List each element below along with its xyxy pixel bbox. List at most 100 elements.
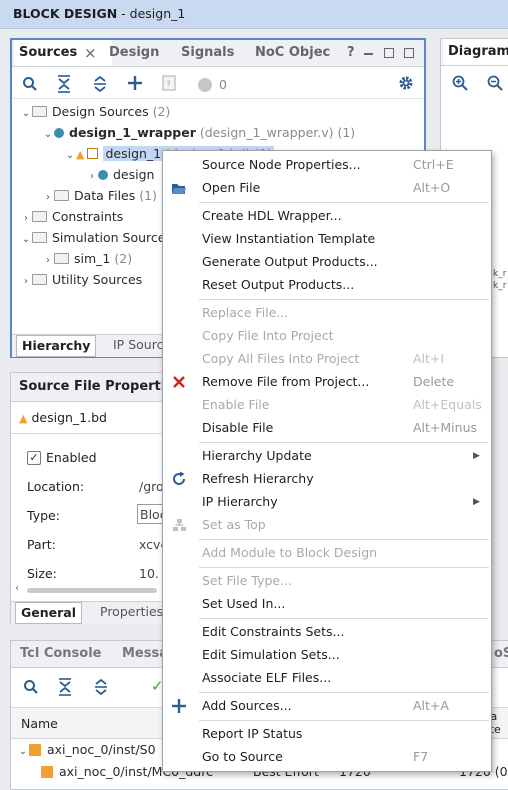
menu-add-sources[interactable]: Add Sources... Alt+A <box>163 695 491 717</box>
chevron-down-icon[interactable]: ⌄ <box>20 104 32 124</box>
chevron-down-icon[interactable]: ⌄ <box>20 230 32 250</box>
tree-sim-1[interactable]: › sim_1 (2) <box>42 249 132 269</box>
tab-properties[interactable]: Properties <box>95 602 168 622</box>
search-icon[interactable] <box>22 76 38 92</box>
folder-icon <box>32 211 47 222</box>
zoom-in-icon[interactable] <box>452 75 468 91</box>
minimize-icon[interactable] <box>364 53 373 55</box>
tree-constraints[interactable]: › Constraints <box>20 207 123 227</box>
gear-icon[interactable] <box>398 75 414 91</box>
tree-design-child[interactable]: › design <box>86 165 154 185</box>
chevron-right-icon[interactable]: › <box>20 209 32 229</box>
table-row[interactable]: ⌄ axi_noc_0/inst/S0 <box>17 740 156 760</box>
menu-replace-file[interactable]: Replace File... <box>163 302 491 324</box>
tab-ip-sources[interactable]: IP Sourc <box>108 335 168 355</box>
enabled-checkbox[interactable]: ✓ <box>27 451 41 465</box>
window-title-bar: BLOCK DESIGN - design_1 <box>0 0 508 29</box>
menu-disable-file[interactable]: Disable File Alt+Minus <box>163 417 491 439</box>
unknown-source-icon[interactable]: ? <box>162 75 176 91</box>
menu-set-file-type[interactable]: Set File Type... <box>163 570 491 592</box>
noc-icon <box>29 744 41 756</box>
hierarchy-top-icon <box>173 519 186 531</box>
menu-remove-file-from-project[interactable]: Remove File from Project... Delete <box>163 371 491 393</box>
close-icon[interactable]: × <box>84 40 97 66</box>
module-icon <box>54 128 64 138</box>
properties-bottom-tabs: General Properties <box>11 601 169 624</box>
expand-all-icon[interactable] <box>92 75 108 93</box>
window-title: BLOCK DESIGN - design_1 <box>13 6 186 21</box>
menu-enable-file[interactable]: Enable File Alt+Equals <box>163 394 491 416</box>
tab-signals[interactable]: Signals <box>176 40 239 66</box>
tree-design-sources[interactable]: ⌄ Design Sources (2) <box>20 102 170 122</box>
search-icon[interactable] <box>23 679 39 695</box>
part-label: Part: <box>27 537 56 552</box>
menu-edit-simulation-sets[interactable]: Edit Simulation Sets... <box>163 644 491 666</box>
menu-create-hdl-wrapper[interactable]: Create HDL Wrapper... <box>163 205 491 227</box>
tab-diagram[interactable]: Diagram <box>443 39 508 65</box>
properties-file: ▲ design_1.bd <box>19 410 107 425</box>
menu-report-ip-status[interactable]: Report IP Status <box>163 723 491 745</box>
chevron-down-icon[interactable]: ⌄ <box>42 125 54 145</box>
menu-ip-hierarchy[interactable]: IP Hierarchy ▶ <box>163 491 491 513</box>
type-label: Type: <box>27 508 60 523</box>
tab-noc-objects[interactable]: NoC Objec <box>250 40 335 66</box>
zoom-out-icon[interactable] <box>487 75 503 91</box>
tree-data-files[interactable]: › Data Files (1) <box>42 186 157 206</box>
chevron-right-icon[interactable]: › <box>42 188 54 208</box>
noc-icon <box>41 766 53 778</box>
horizontal-scrollbar[interactable]: ‹ <box>15 583 165 595</box>
menu-refresh-hierarchy[interactable]: Refresh Hierarchy <box>163 468 491 490</box>
menu-open-file[interactable]: Open File Alt+O <box>163 177 491 199</box>
menu-copy-all-files-into-project[interactable]: Copy All Files Into Project Alt+I <box>163 348 491 370</box>
status-count: 0 <box>219 77 227 92</box>
enabled-label: Enabled <box>46 450 97 465</box>
add-icon[interactable] <box>127 75 143 91</box>
menu-reset-output-products[interactable]: Reset Output Products... <box>163 274 491 296</box>
tab-hierarchy[interactable]: Hierarchy <box>16 335 97 357</box>
block-design-icon: ▲ <box>19 412 28 425</box>
folder-icon <box>32 106 47 117</box>
tab-sources[interactable]: Sources × <box>14 40 112 66</box>
submenu-arrow-icon: ▶ <box>473 497 480 507</box>
menu-associate-elf-files[interactable]: Associate ELF Files... <box>163 667 491 689</box>
chevron-right-icon[interactable]: › <box>20 272 32 292</box>
menu-source-node-properties[interactable]: Source Node Properties... Ctrl+E <box>163 154 491 176</box>
sources-toolbar: ? 0 <box>12 70 424 98</box>
chevron-down-icon[interactable]: ⌄ <box>17 742 29 762</box>
tab-general[interactable]: General <box>15 602 82 624</box>
menu-view-instantiation-template[interactable]: View Instantiation Template <box>163 228 491 250</box>
column-name[interactable]: Name <box>21 716 58 731</box>
chevron-right-icon[interactable]: › <box>42 251 54 271</box>
maximize-icon[interactable] <box>384 48 394 58</box>
menu-hierarchy-update[interactable]: Hierarchy Update ▶ <box>163 445 491 467</box>
chevron-down-icon[interactable]: ⌄ <box>64 146 76 166</box>
block-design-icon: ▲ <box>76 148 85 161</box>
help-icon[interactable]: ? <box>342 40 360 66</box>
menu-add-module-to-block-design[interactable]: Add Module to Block Design <box>163 542 491 564</box>
submenu-arrow-icon: ▶ <box>473 451 480 461</box>
sources-tab-bar: Sources × Design Signals NoC Objec ? <box>12 40 424 67</box>
remove-x-icon <box>173 376 185 388</box>
menu-generate-output-products[interactable]: Generate Output Products... <box>163 251 491 273</box>
diagram-tab-bar: Diagram <box>441 39 508 66</box>
tab-design[interactable]: Design <box>104 40 164 66</box>
tree-design-1-wrapper[interactable]: ⌄ design_1_wrapper (design_1_wrapper.v) (… <box>42 123 355 143</box>
tree-utility-sources[interactable]: › Utility Sources <box>20 270 142 290</box>
menu-go-to-source[interactable]: Go to Source F7 <box>163 746 491 768</box>
folder-icon <box>32 232 47 243</box>
float-icon[interactable] <box>404 48 414 58</box>
menu-edit-constraints-sets[interactable]: Edit Constraints Sets... <box>163 621 491 643</box>
chevron-right-icon[interactable]: › <box>86 167 98 187</box>
tree-simulation-sources[interactable]: ⌄ Simulation Source <box>20 228 166 248</box>
menu-copy-file-into-project[interactable]: Copy File Into Project <box>163 325 491 347</box>
expand-all-icon[interactable] <box>93 678 109 696</box>
tab-tcl-console[interactable]: Tcl Console <box>15 641 107 667</box>
location-value: /gro <box>139 479 164 494</box>
menu-set-used-in[interactable]: Set Used In... <box>163 593 491 615</box>
collapse-all-icon[interactable] <box>57 678 73 696</box>
menu-set-as-top[interactable]: Set as Top <box>163 514 491 536</box>
collapse-all-icon[interactable] <box>56 75 72 93</box>
location-label: Location: <box>27 479 85 494</box>
properties-header: Source File Properti <box>11 373 169 402</box>
source-file-properties-panel: Source File Properti ▲ design_1.bd ✓ Enab… <box>10 372 171 624</box>
